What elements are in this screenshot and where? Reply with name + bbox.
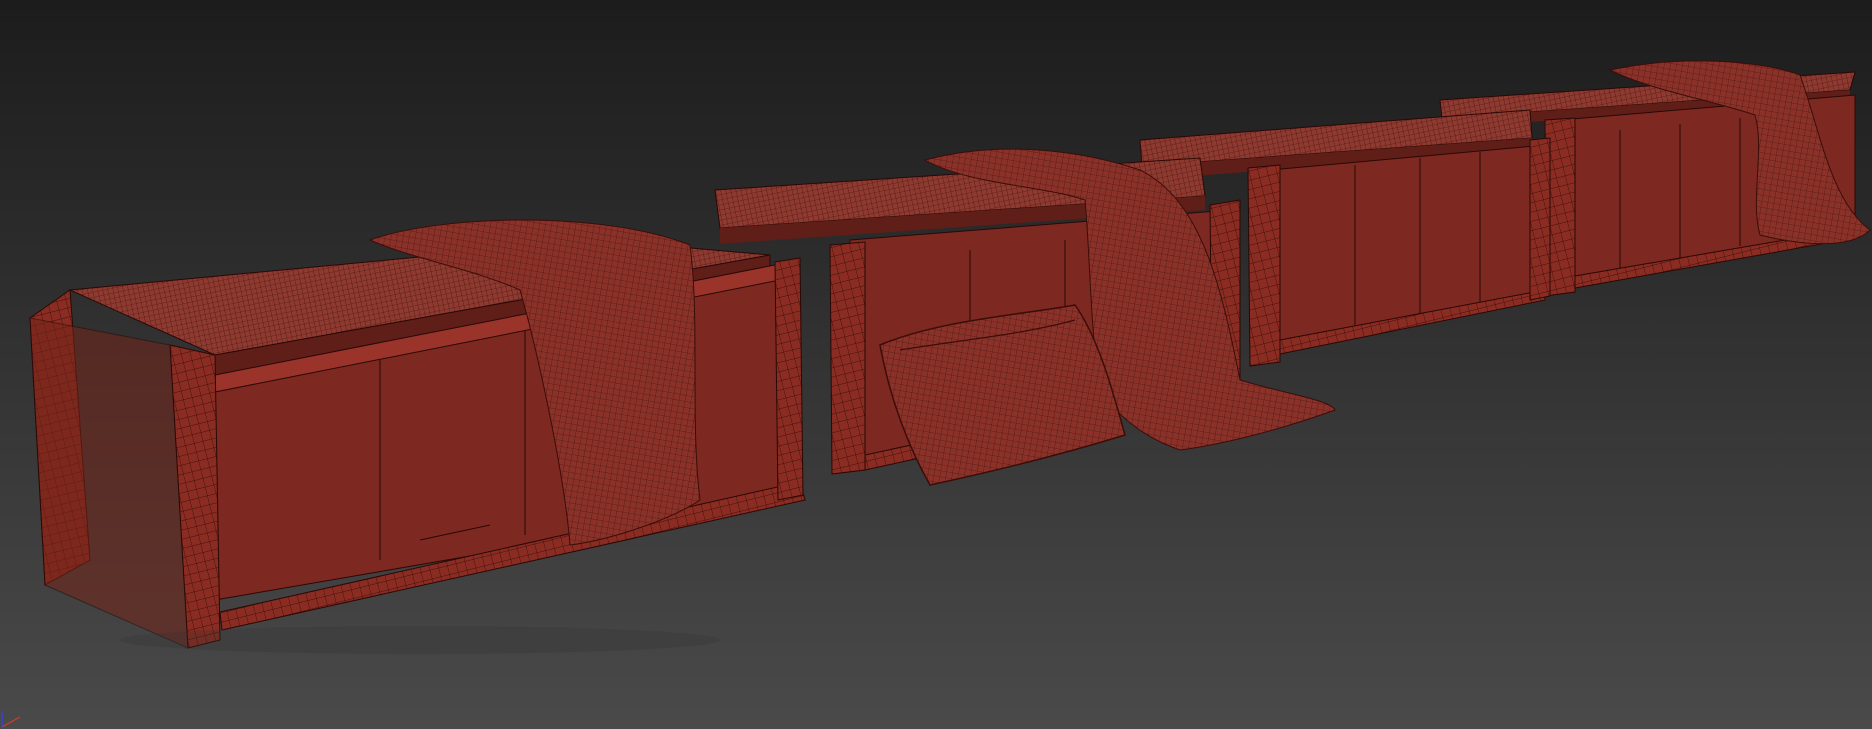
bench-shadow bbox=[120, 626, 720, 654]
axis-gizmo-icon bbox=[1, 711, 21, 728]
3d-viewport[interactable] bbox=[0, 0, 1872, 729]
scene-canvas[interactable] bbox=[0, 0, 1872, 729]
